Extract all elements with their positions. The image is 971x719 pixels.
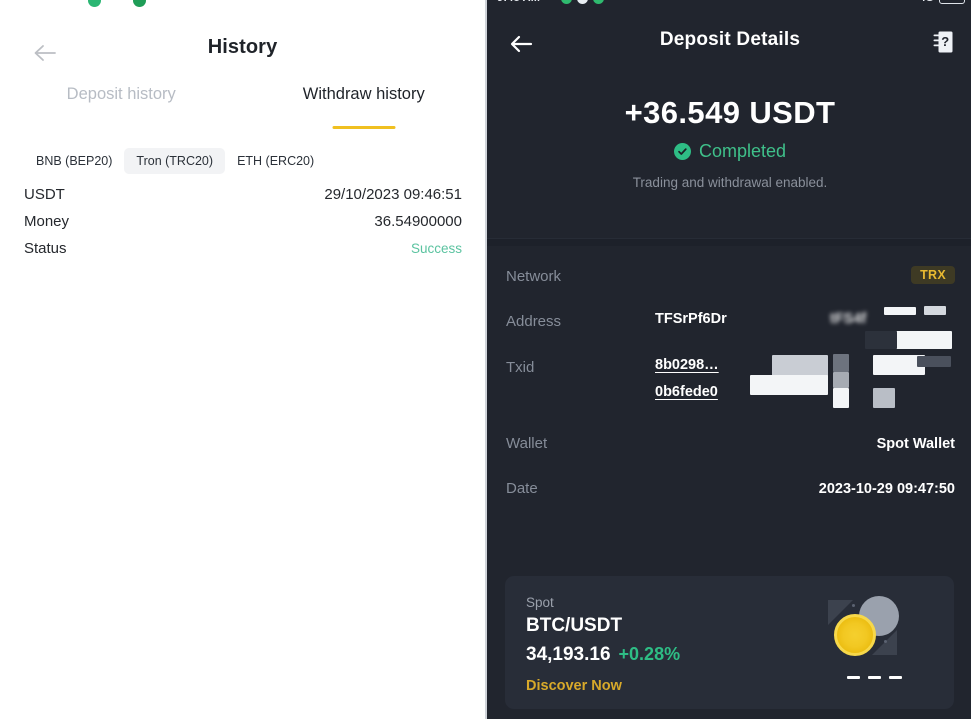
status-note: Trading and withdrawal enabled. — [632, 175, 828, 190]
redaction-block — [833, 388, 849, 408]
detail-value: 2023-10-29 09:47:50 — [818, 481, 955, 497]
txid-line-1: 8b0298… — [655, 357, 719, 373]
record-value: 29/10/2023 09:46:51 — [324, 186, 462, 203]
promo-market-label: Spot — [526, 595, 554, 610]
spot-promo-card[interactable]: Spot BTC/USDT 34,193.16 +0.28% Discover … — [505, 576, 954, 709]
left-status-bar — [0, 0, 485, 7]
tab-deposit-history[interactable]: Deposit history — [0, 80, 243, 122]
carousel-dashes-icon[interactable] — [847, 676, 902, 679]
txid-line-2: 0b6fede0 — [655, 384, 718, 400]
active-tab-underline — [332, 125, 396, 129]
detail-key: Address — [506, 313, 562, 330]
history-tabs: Deposit history Withdraw history — [0, 80, 486, 129]
redaction-block — [772, 355, 828, 377]
deposit-amount: +36.549 USDT — [624, 95, 836, 130]
chip-eth-erc20[interactable]: ETH (ERC20) — [225, 148, 326, 174]
carousel-dash — [889, 676, 902, 679]
detail-key: Network — [506, 268, 562, 285]
deposit-status: Completed — [487, 141, 971, 162]
history-header: History — [0, 30, 485, 76]
network-badge: TRX — [911, 266, 955, 284]
section-divider — [487, 238, 971, 246]
tab-label: Deposit history — [66, 85, 176, 103]
network-filter-chips: BNB (BEP20) Tron (TRC20) ETH (ERC20) — [24, 148, 326, 174]
redaction-block — [884, 307, 916, 315]
status-indicators: 4G — [919, 0, 965, 4]
record-key: USDT — [24, 186, 65, 203]
detail-key: Txid — [506, 359, 535, 376]
status-badge: Success — [410, 241, 462, 256]
history-panel: History Deposit history Withdraw history… — [0, 0, 485, 719]
address-value[interactable]: TFSrPf6Dr tFS4f — [655, 306, 955, 349]
right-status-bar: 9:48 AM 4G — [487, 0, 971, 6]
gold-coin-icon — [834, 614, 876, 656]
redaction-block — [896, 331, 952, 349]
signal-label: 4G — [919, 0, 934, 4]
record-value: 36.54900000 — [374, 213, 462, 230]
promo-pair: BTC/USDT — [526, 615, 623, 636]
status-dot-icon — [88, 0, 101, 7]
tab-withdraw-history[interactable]: Withdraw history — [243, 80, 486, 129]
address-hidden-part: tFS4f — [830, 311, 867, 327]
status-label: Completed — [698, 141, 787, 161]
page-title: History — [207, 36, 278, 58]
app-screenshot: History Deposit history Withdraw history… — [0, 0, 971, 719]
redaction-block — [750, 375, 828, 395]
redaction-block — [833, 372, 849, 388]
redaction-block — [873, 388, 895, 408]
sparkle-dot-icon — [884, 640, 887, 643]
record-row-status: Status Success — [24, 240, 462, 267]
chip-tron-trc20[interactable]: Tron (TRC20) — [124, 148, 226, 174]
battery-icon — [939, 0, 965, 4]
record-row-asset: USDT 29/10/2023 09:46:51 — [24, 186, 462, 213]
status-time: 9:48 AM — [497, 0, 540, 4]
notification-dot-icon — [593, 0, 604, 4]
record-key: Money — [24, 213, 70, 230]
detail-row-date: Date 2023-10-29 09:47:50 — [487, 478, 971, 500]
txid-value[interactable]: 8b0298… 0b6fede0 — [655, 354, 955, 413]
detail-key: Wallet — [506, 435, 548, 452]
coins-icon — [828, 594, 906, 660]
promo-change: +0.28% — [618, 644, 681, 664]
status-notification-icons — [561, 0, 604, 4]
redaction-block — [833, 354, 849, 372]
detail-row-network: Network TRX — [487, 266, 971, 288]
detail-key: Date — [506, 480, 538, 497]
detail-list: Network TRX Address TFSrPf6Dr tFS4f Txid… — [487, 266, 971, 522]
svg-text:?: ? — [941, 34, 949, 49]
withdraw-record: USDT 29/10/2023 09:46:51 Money 36.549000… — [24, 186, 462, 267]
redaction-block — [924, 306, 946, 315]
faq-button[interactable]: ? — [930, 29, 956, 55]
notification-dot-icon — [577, 0, 588, 4]
status-dot-icon — [133, 0, 146, 7]
deposit-summary: +36.549 USDT Completed Trading and withd… — [487, 95, 971, 190]
detail-row-txid: Txid 8b0298… 0b6fede0 — [487, 354, 971, 413]
chip-bnb-bep20[interactable]: BNB (BEP20) — [24, 148, 124, 174]
carousel-dash — [847, 676, 860, 679]
check-circle-icon — [673, 143, 691, 160]
check-glyph-icon — [678, 148, 687, 155]
carousel-dash — [868, 676, 881, 679]
detail-value: Spot Wallet — [876, 436, 955, 452]
detail-row-wallet: Wallet Spot Wallet — [487, 433, 971, 455]
record-key: Status — [24, 240, 67, 257]
redaction-block — [917, 356, 951, 367]
discover-now-link[interactable]: Discover Now — [526, 678, 622, 694]
notification-dot-icon — [561, 0, 572, 4]
record-row-money: Money 36.54900000 — [24, 213, 462, 240]
deposit-details-panel: 9:48 AM 4G Deposit Details — [485, 0, 971, 719]
sparkle-dot-icon — [852, 604, 855, 607]
promo-price-row: 34,193.16 +0.28% — [526, 644, 680, 666]
address-visible-part: TFSrPf6Dr — [655, 311, 727, 327]
redaction-block — [865, 331, 897, 349]
faq-notebook-icon: ? — [933, 31, 953, 53]
tab-label: Withdraw history — [302, 85, 425, 103]
promo-price: 34,193.16 — [526, 644, 611, 665]
details-header: Deposit Details ? — [487, 22, 971, 66]
detail-row-address: Address TFSrPf6Dr tFS4f — [487, 306, 971, 349]
page-title: Deposit Details — [659, 29, 801, 50]
